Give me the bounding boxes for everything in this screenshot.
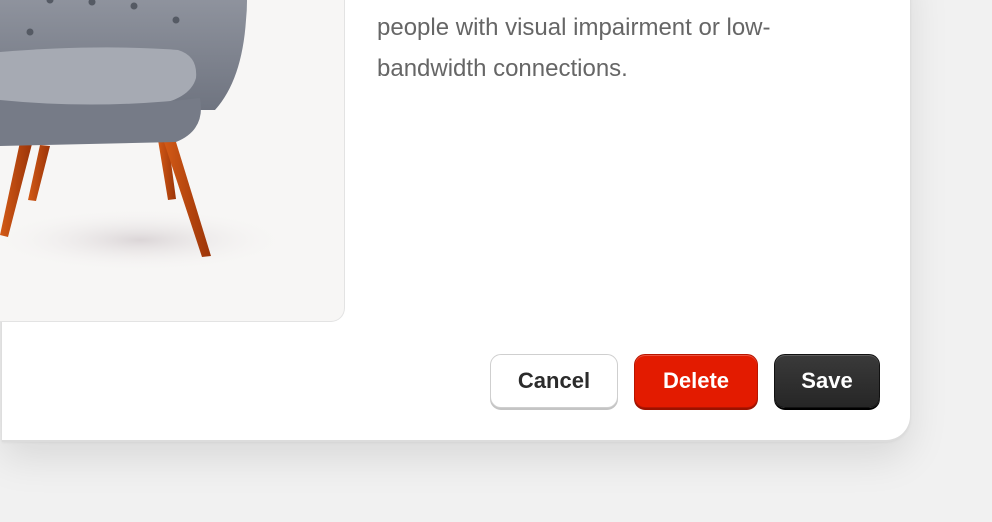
dialog-actions: Cancel Delete Save [490,354,880,408]
alt-text-description: people with visual impairment or low-ban… [377,14,771,82]
armchair-image [0,0,290,272]
edit-media-dialog: people with visual impairment or low-ban… [0,0,910,440]
save-button[interactable]: Save [774,354,880,408]
cancel-button[interactable]: Cancel [490,354,618,408]
delete-button[interactable]: Delete [634,354,758,408]
media-preview [0,0,345,322]
